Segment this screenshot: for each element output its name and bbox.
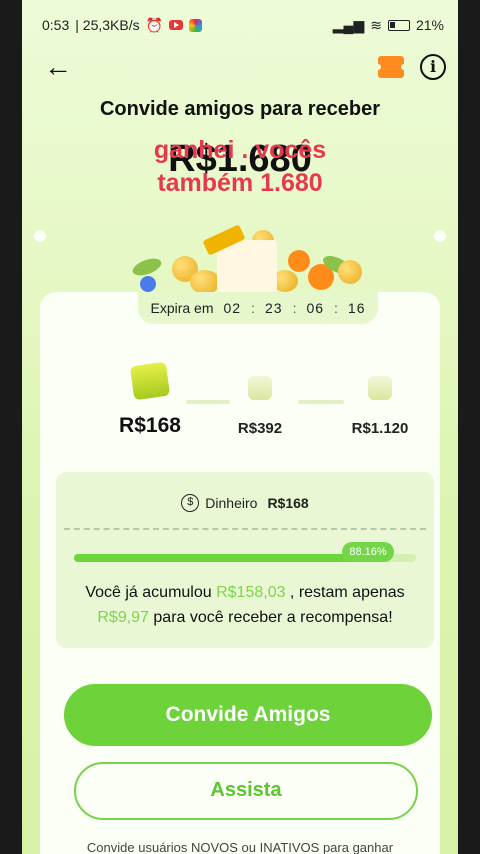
timer-seconds: 06 [306, 300, 325, 316]
battery-icon [387, 19, 410, 31]
watch-button[interactable]: Assista [74, 762, 418, 820]
overlay-caption: ganhei . vocês também 1.680 [22, 134, 458, 200]
locked-gift-icon [368, 376, 392, 400]
app-screen: 0:53 | 25,3KB/s ⏰ ▂▄▆ ≋ 21% ← i Convide … [22, 0, 458, 854]
footnote: Convide usuários NOVOS ou INATIVOS para … [86, 840, 394, 854]
dashed-divider [64, 528, 426, 530]
progress-message: Você já acumulou R$158,03 , restam apena… [56, 580, 434, 630]
arrow-left-icon[interactable]: ← [44, 53, 74, 82]
page-title: Convide amigos para receber [99, 98, 381, 120]
status-time: 0:53 [42, 17, 70, 33]
overlay-line-2: também 1.680 [157, 169, 323, 197]
timer-separator: : [251, 300, 255, 316]
accumulated-amount: R$158,03 [216, 584, 286, 601]
cash-label: Dinheiro [205, 495, 258, 511]
status-bar: 0:53 | 25,3KB/s ⏰ ▂▄▆ ≋ 21% [22, 0, 458, 50]
message-text: Você já acumulou [85, 584, 217, 601]
alarm-icon: ⏰ [145, 16, 164, 33]
timer-hours: 02 [223, 300, 242, 316]
youtube-icon [169, 20, 184, 30]
expiry-label: Expira em [150, 300, 214, 316]
progress-fill [74, 554, 376, 562]
remaining-amount: R$9,97 [97, 609, 149, 626]
flower-icon [140, 276, 156, 292]
signal-icon: ▂▄▆ [332, 16, 365, 33]
flower-icon [288, 250, 310, 272]
milestone-1[interactable]: R$168 [100, 361, 200, 438]
message-text: , restam apenas [285, 584, 405, 601]
panel-notch [434, 230, 446, 242]
milestone-label: R$392 [237, 420, 283, 437]
info-icon[interactable]: i [420, 54, 446, 80]
locked-gift-icon [248, 376, 272, 400]
battery-level: 21% [415, 17, 444, 33]
timer-frames: 16 [347, 300, 366, 316]
overlay-line-1: ganhei . vocês [153, 136, 327, 164]
reward-panel: $ Dinheiro R$168 88.16% Você já acumulou… [56, 472, 434, 648]
network-speed: | 25,3KB/s [75, 17, 140, 33]
coin-icon [338, 260, 362, 284]
expiry-timer: Expira em 02 : 23 : 06 : 16 [138, 292, 378, 324]
message-text: para você receber a recompensa! [148, 609, 393, 626]
panel-notch [34, 230, 46, 242]
milestone-2[interactable]: R$392 [220, 364, 300, 437]
milestone-track: R$168 R$392 R$1.120 [40, 361, 440, 454]
cash-row: $ Dinheiro R$168 [56, 494, 434, 512]
invite-friends-button[interactable]: Convide Amigos [64, 684, 432, 746]
progress-badge: 88.16% [342, 542, 394, 562]
timer-minutes: 23 [264, 300, 283, 316]
reward-card: Expira em 02 : 23 : 06 : 16 R$168 R$392 … [40, 292, 440, 854]
app-icon [189, 18, 203, 32]
ticket-icon[interactable] [375, 56, 407, 78]
milestone-label: R$1.120 [351, 420, 409, 437]
wifi-icon: ≋ [370, 16, 382, 33]
milestone-label: R$168 [119, 414, 181, 437]
gift-illustration [22, 210, 458, 300]
gift-box-icon [129, 361, 171, 401]
timer-separator: : [334, 300, 338, 316]
timer-separator: : [292, 300, 297, 316]
milestone-3[interactable]: R$1.120 [330, 364, 430, 437]
dollar-icon: $ [181, 494, 200, 512]
top-bar: ← i [22, 48, 458, 88]
cash-value: R$168 [267, 495, 309, 511]
coin-icon [190, 270, 220, 294]
